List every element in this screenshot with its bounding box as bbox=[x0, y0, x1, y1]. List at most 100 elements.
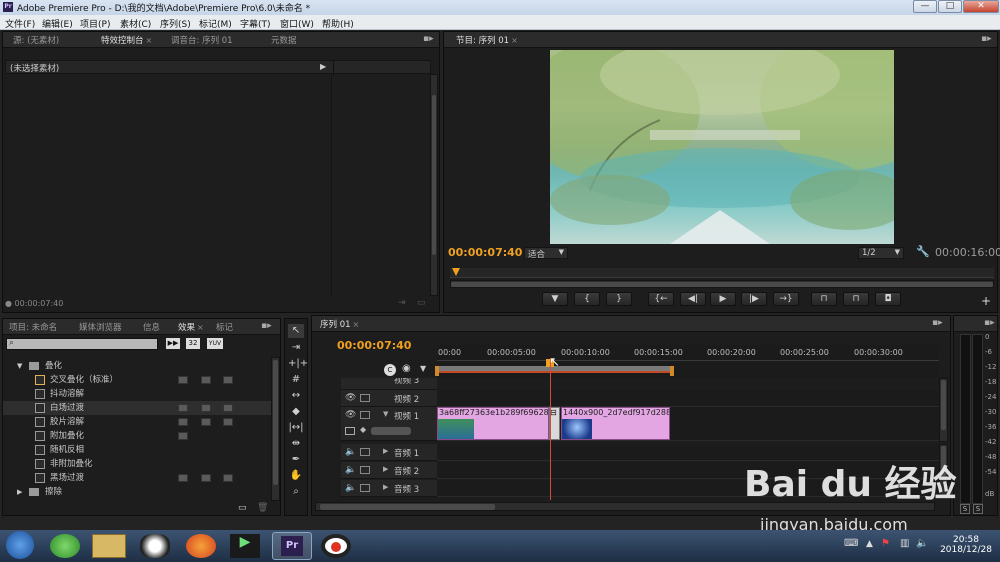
scrollbar-thumb[interactable] bbox=[320, 504, 495, 510]
lane-video-2[interactable] bbox=[437, 390, 939, 407]
menu-edit[interactable]: 编辑(E) bbox=[42, 17, 73, 30]
start-button-icon[interactable] bbox=[6, 531, 34, 559]
network-icon[interactable]: ▥ bbox=[900, 538, 909, 549]
work-area-end-handle[interactable] bbox=[670, 366, 674, 376]
keyframe-nav-buttons[interactable] bbox=[371, 427, 411, 435]
scrollbar-thumb[interactable] bbox=[273, 360, 278, 485]
tab-effects[interactable]: 效果 × bbox=[178, 321, 204, 333]
step-forward-button[interactable]: |▶ bbox=[741, 292, 767, 306]
playhead-icon[interactable] bbox=[452, 268, 460, 276]
eye-icon[interactable]: 👁 bbox=[345, 410, 356, 420]
display-style-icon[interactable] bbox=[345, 427, 355, 435]
tab-effect-controls[interactable]: 特效控制台 × bbox=[101, 34, 152, 46]
menu-clip[interactable]: 素材(C) bbox=[120, 17, 151, 30]
zoom-bar-thumb[interactable] bbox=[451, 282, 993, 287]
tab-source[interactable]: 源: (无素材) bbox=[13, 34, 59, 46]
slip-tool-icon[interactable]: |↔| bbox=[288, 421, 304, 435]
accelerated-effects-icon[interactable]: ▶▶ bbox=[166, 338, 180, 349]
qq-icon[interactable] bbox=[140, 534, 170, 558]
panel-menu-icon[interactable]: ▪▸ bbox=[261, 321, 272, 331]
lock-track-icon[interactable] bbox=[360, 484, 370, 492]
effects-scrollbar[interactable] bbox=[430, 74, 438, 296]
panel-icon[interactable]: ▭ bbox=[417, 298, 426, 308]
effect-item[interactable]: 交叉叠化（标准） bbox=[3, 373, 271, 387]
video-tracks-scrollbar[interactable] bbox=[939, 378, 948, 442]
yuv-effects-icon[interactable]: YUV bbox=[207, 338, 223, 349]
close-tab-icon[interactable]: × bbox=[511, 36, 518, 45]
program-scrub-ruler[interactable] bbox=[450, 268, 994, 278]
panel-menu-icon[interactable]: ▪▸ bbox=[984, 318, 995, 328]
play-button[interactable]: ▶ bbox=[710, 292, 736, 306]
menu-title[interactable]: 字幕(T) bbox=[240, 17, 271, 30]
pen-tool-icon[interactable]: ✒ bbox=[288, 453, 304, 467]
program-current-time[interactable]: 00:00:07:40 bbox=[448, 246, 522, 259]
extract-button[interactable]: ⊓ bbox=[843, 292, 869, 306]
32bit-effects-icon[interactable]: 32 bbox=[186, 338, 200, 349]
tab-media-browser[interactable]: 媒体浏览器 bbox=[79, 321, 122, 333]
screen-recorder-icon[interactable] bbox=[321, 534, 351, 558]
firefox-icon[interactable] bbox=[186, 534, 216, 558]
tab-sequence-01[interactable]: 序列 01 × bbox=[320, 318, 359, 330]
lock-track-icon[interactable] bbox=[360, 466, 370, 474]
lock-track-icon[interactable] bbox=[360, 448, 370, 456]
expand-track-icon[interactable]: ▶ bbox=[383, 447, 388, 455]
eye-icon[interactable]: 👁 bbox=[345, 393, 356, 403]
mark-in-button[interactable]: { bbox=[574, 292, 600, 306]
speaker-icon[interactable]: 🔈 bbox=[345, 447, 356, 457]
tray-arrow-icon[interactable]: ▲ bbox=[866, 539, 873, 549]
add-marker-button[interactable]: ▼ bbox=[542, 292, 568, 306]
go-to-in-button[interactable]: {← bbox=[648, 292, 674, 306]
video-clip-2[interactable]: 1440x900_2d7edf917d28899 bbox=[561, 407, 670, 440]
effects-search-input[interactable]: ⌕ bbox=[6, 338, 158, 350]
keyboard-icon[interactable]: ⌨ bbox=[844, 538, 858, 549]
slide-tool-icon[interactable]: ⇹ bbox=[288, 437, 304, 451]
add-button-icon[interactable]: + bbox=[981, 294, 991, 308]
track-select-tool-icon[interactable]: ⇥ bbox=[288, 341, 304, 355]
close-tab-icon[interactable]: × bbox=[353, 320, 360, 329]
volume-icon[interactable]: 🔈 bbox=[916, 538, 928, 549]
snap-icon[interactable]: C bbox=[384, 364, 396, 376]
expand-track-icon[interactable]: ▼ bbox=[383, 410, 388, 418]
premiere-taskbar-item[interactable]: Pr bbox=[272, 532, 312, 560]
flag-icon[interactable]: ⚑ bbox=[881, 538, 890, 549]
panel-menu-icon[interactable]: ▪▸ bbox=[981, 34, 992, 44]
effect-item[interactable]: 抖动溶解 bbox=[3, 387, 271, 401]
rolling-edit-tool-icon[interactable]: # bbox=[288, 373, 304, 387]
go-to-out-button[interactable]: →} bbox=[773, 292, 799, 306]
menu-marker[interactable]: 标记(M) bbox=[199, 17, 232, 30]
panel-menu-icon[interactable]: ▪▸ bbox=[932, 318, 943, 328]
close-tab-icon[interactable]: × bbox=[146, 36, 153, 45]
work-area-start-handle[interactable] bbox=[435, 366, 439, 376]
folder-toggle-icon[interactable]: ▼ bbox=[17, 359, 22, 373]
minimize-button[interactable]: — bbox=[913, 0, 937, 13]
video-clip-1[interactable]: 3a68ff27363e1b289f69628c7 bbox=[437, 407, 549, 440]
effect-item[interactable]: 白场过渡 bbox=[3, 401, 271, 415]
browser-360-icon[interactable] bbox=[50, 534, 80, 558]
folder-toggle-icon[interactable]: ▶ bbox=[17, 485, 22, 499]
razor-tool-icon[interactable]: ◆ bbox=[288, 405, 304, 419]
menu-project[interactable]: 项目(P) bbox=[80, 17, 110, 30]
resolution-select[interactable]: 1/2 ▼ bbox=[858, 247, 904, 259]
lock-track-icon[interactable] bbox=[360, 394, 370, 402]
tab-audio-mixer[interactable]: 调音台: 序列 01 bbox=[171, 34, 233, 46]
scrollbar-thumb[interactable] bbox=[941, 380, 946, 430]
zoom-select[interactable]: 适合 ▼ bbox=[524, 247, 568, 260]
program-zoom-bar[interactable] bbox=[450, 280, 994, 288]
add-marker-icon[interactable]: ▼ bbox=[420, 364, 426, 373]
new-folder-icon[interactable]: ▭ bbox=[238, 503, 247, 513]
timeline-current-time[interactable]: 00:00:07:40 bbox=[337, 339, 411, 352]
zoom-tool-icon[interactable]: ⌕ bbox=[288, 485, 304, 499]
menu-file[interactable]: 文件(F) bbox=[5, 17, 35, 30]
tab-info[interactable]: 信息 bbox=[143, 321, 160, 333]
menu-sequence[interactable]: 序列(S) bbox=[160, 17, 191, 30]
mark-out-button[interactable]: } bbox=[606, 292, 632, 306]
ripple-edit-tool-icon[interactable]: +|+ bbox=[288, 357, 308, 371]
speaker-icon[interactable]: 🔈 bbox=[345, 465, 356, 475]
expand-track-icon[interactable]: ▶ bbox=[383, 465, 388, 473]
tab-markers[interactable]: 标记 bbox=[216, 321, 233, 333]
menu-help[interactable]: 帮助(H) bbox=[322, 17, 354, 30]
tree-folder-wipe[interactable]: ▶ 擦除 bbox=[3, 485, 271, 499]
tab-program[interactable]: 节目: 序列 01 × bbox=[456, 34, 518, 46]
lift-button[interactable]: ⊓ bbox=[811, 292, 837, 306]
export-frame-button[interactable]: ◘ bbox=[875, 292, 901, 306]
